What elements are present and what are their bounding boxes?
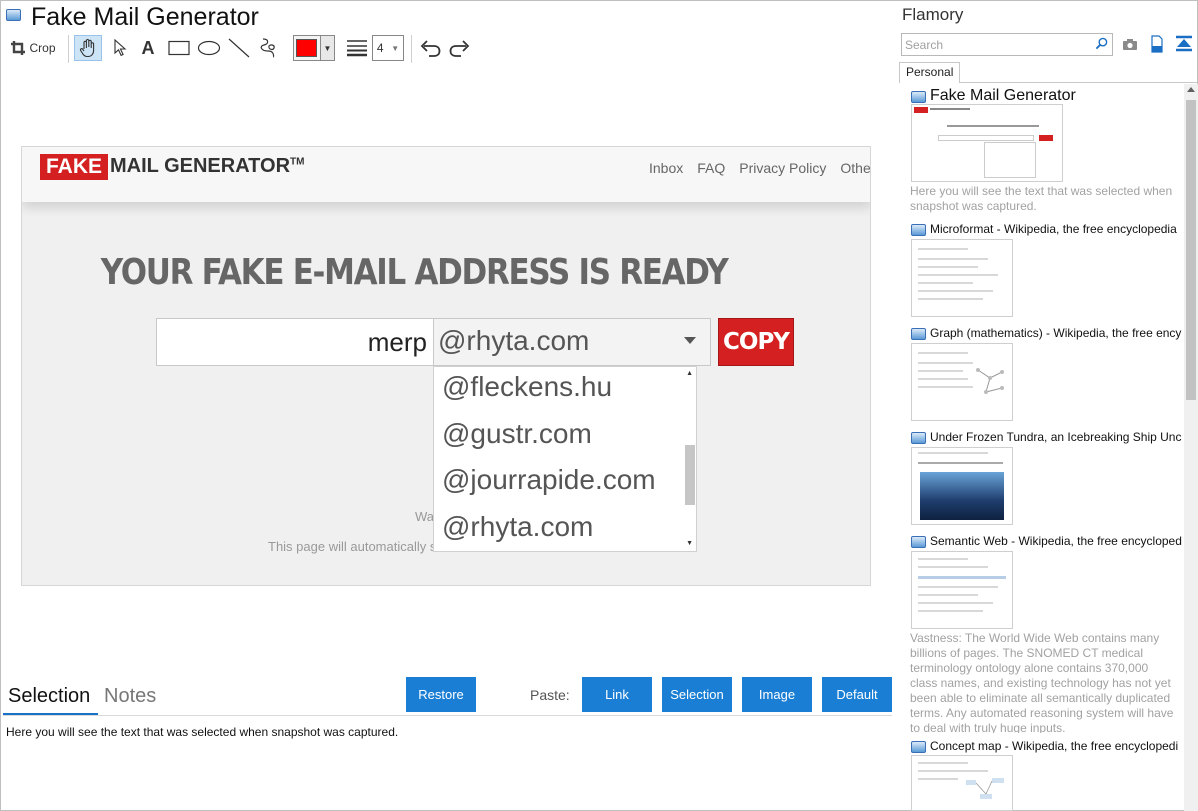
redo-icon (449, 40, 470, 57)
history-item-thumbnail[interactable] (911, 551, 1013, 629)
site-dropdown-option: @fleckens.hu (442, 371, 613, 402)
app-icon (6, 9, 21, 21)
history-item-title[interactable]: Under Frozen Tundra, an Icebreaking Ship… (930, 430, 1182, 444)
document-icon[interactable] (1148, 35, 1166, 53)
selection-text[interactable]: Here you will see the text that was sele… (6, 725, 398, 739)
tab-notes[interactable]: Notes (104, 685, 156, 708)
history-item-title[interactable]: Semantic Web - Wikipedia, the free encyc… (930, 534, 1182, 548)
site-dropdown-option: @gustr.com (442, 418, 592, 449)
paste-image-button[interactable]: Image (742, 677, 812, 712)
site-nav-inbox: Inbox (649, 160, 684, 176)
history-item-thumbnail[interactable] (911, 343, 1013, 421)
page-icon (911, 328, 926, 340)
site-copy-button: COPY (718, 318, 794, 366)
history-item-thumbnail[interactable] (911, 104, 1063, 182)
hand-icon (79, 39, 95, 58)
paste-link-button[interactable]: Link (582, 677, 652, 712)
paste-label: Paste: (530, 687, 570, 703)
camera-icon[interactable] (1121, 35, 1139, 53)
crop-icon (11, 41, 26, 55)
line-icon (228, 38, 250, 58)
sidebar-app-name: Flamory (902, 5, 964, 24)
ellipse-icon (197, 40, 221, 56)
color-swatch (296, 39, 317, 57)
site-logo-fake: FAKE (40, 154, 109, 180)
pan-tool-button[interactable] (74, 35, 102, 61)
ellipse-tool-button[interactable] (196, 35, 222, 61)
sidebar-scrollbar[interactable] (1184, 84, 1198, 811)
page-icon (911, 224, 926, 236)
undo-icon (420, 40, 441, 57)
line-width-select[interactable]: 4 ▼ (372, 35, 404, 61)
history-item-thumbnail[interactable] (911, 239, 1013, 317)
crop-label: Crop (29, 41, 56, 55)
divider (960, 82, 1198, 83)
history-item-thumbnail[interactable] (911, 447, 1013, 525)
chevron-down-icon (684, 337, 696, 344)
history-item-title[interactable]: Graph (mathematics) - Wikipedia, the fre… (930, 326, 1182, 340)
search-placeholder: Search (905, 38, 944, 52)
text-tool-icon: A (141, 37, 155, 58)
site-dropdown-option: @rhyta.com (442, 511, 594, 542)
select-tool-button[interactable] (109, 35, 131, 61)
freehand-tool-button[interactable] (256, 35, 282, 61)
site-dropdown-scrollbar: ▲ ▼ (682, 367, 696, 551)
page-icon (911, 432, 926, 444)
chevron-down-icon[interactable]: ▼ (320, 36, 334, 60)
line-width-icon (345, 35, 369, 61)
site-dropdown-option: @jourrapide.com (442, 464, 656, 495)
site-headline: YOUR FAKE E-MAIL ADDRESS IS READY (100, 252, 729, 293)
tab-personal[interactable]: Personal (899, 62, 960, 83)
crop-button[interactable]: Crop (7, 35, 59, 61)
line-width-value: 4 (376, 41, 384, 55)
search-icon[interactable] (1095, 37, 1108, 50)
site-header: FAKE MAIL GENERATORTM Inbox FAQ Privacy … (22, 147, 871, 202)
paste-default-button[interactable]: Default (822, 677, 892, 712)
scroll-up-icon[interactable] (1187, 87, 1195, 92)
scrollbar-thumb[interactable] (1186, 100, 1196, 400)
page-icon (911, 536, 926, 548)
site-nav: Inbox FAQ Privacy Policy Other F (649, 160, 871, 176)
drawing-toolbar: Crop A ▼ 4 ▼ (1, 33, 481, 63)
page-title: Fake Mail Generator (31, 3, 259, 31)
scroll-down-icon: ▼ (686, 540, 693, 547)
tab-selection[interactable]: Selection (8, 685, 90, 708)
site-nav-privacy: Privacy Policy (739, 160, 827, 176)
freehand-icon (260, 38, 275, 58)
line-tool-button[interactable] (226, 35, 252, 61)
app-window: Fake Mail Generator Crop A ▼ 4 ▼ FAKE MA… (0, 0, 1198, 811)
site-domain-dropdown: @fleckens.hu @gustr.com @jourrapide.com … (433, 366, 697, 552)
redo-button[interactable] (447, 35, 473, 61)
site-faded-text: This page will automatically s (268, 539, 437, 554)
site-faded-text: Wa (415, 509, 435, 524)
snapshot-image: FAKE MAIL GENERATORTM Inbox FAQ Privacy … (21, 146, 871, 586)
paste-selection-button[interactable]: Selection (662, 677, 732, 712)
text-tool-button[interactable]: A (138, 35, 158, 61)
history-item-title[interactable]: Fake Mail Generator (930, 87, 1182, 105)
history-item-description: Vastness: The World Wide Web contains ma… (910, 631, 1174, 733)
rectangle-tool-button[interactable] (166, 35, 192, 61)
scroll-up-icon: ▲ (686, 370, 693, 377)
collapse-icon[interactable] (1175, 35, 1193, 53)
site-domain-value: @rhyta.com (438, 325, 590, 356)
site-nav-other: Other F (840, 160, 871, 176)
history-item-title[interactable]: Concept map - Wikipedia, the free encycl… (930, 739, 1182, 753)
undo-button[interactable] (417, 35, 443, 61)
search-input[interactable]: Search (901, 33, 1113, 56)
page-icon (911, 741, 926, 753)
page-icon (911, 91, 926, 103)
rectangle-icon (168, 40, 190, 56)
site-nav-faq: FAQ (697, 160, 726, 176)
history-item-thumbnail[interactable] (911, 755, 1013, 811)
site-username-field: merp (156, 318, 434, 366)
history-item-title[interactable]: Microformat - Wikipedia, the free encycl… (930, 222, 1182, 236)
chevron-down-icon: ▼ (391, 43, 400, 53)
divider (3, 715, 892, 716)
site-logo-text: MAIL GENERATORTM (110, 155, 305, 177)
history-item-description: Here you will see the text that was sele… (910, 184, 1173, 213)
restore-button[interactable]: Restore (406, 677, 476, 712)
site-domain-select: @rhyta.com (433, 318, 711, 366)
pointer-icon (114, 39, 127, 57)
color-picker[interactable]: ▼ (293, 35, 335, 61)
